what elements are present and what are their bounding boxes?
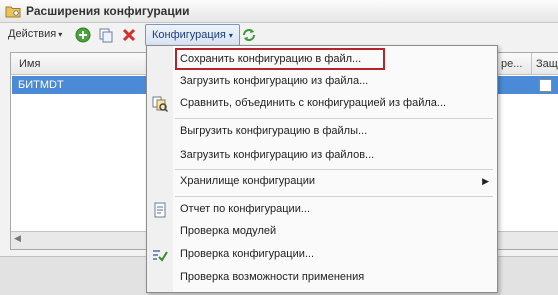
highlight-frame — [175, 48, 385, 70]
menu-item-check-applicability[interactable]: Проверка возможности применения — [147, 267, 497, 289]
menu-item-label: Загрузить конфигурацию из файла... — [180, 75, 369, 87]
menu-item-label: Хранилище конфигурации — [180, 175, 315, 187]
menu-item-compare-merge[interactable]: Сравнить, объединить с конфигурацией из … — [147, 93, 497, 115]
column-header-name[interactable]: Имя — [19, 58, 40, 70]
actions-menu-button[interactable]: Действия ▾ — [8, 28, 62, 40]
menu-item-label: Проверка конфигурации... — [180, 248, 315, 260]
column-header-partial[interactable]: ре... — [501, 58, 522, 70]
menu-separator — [175, 118, 493, 119]
report-icon — [154, 202, 166, 218]
check-config-icon — [153, 250, 168, 262]
menu-item-config-report[interactable]: Отчет по конфигурации... — [147, 199, 497, 221]
menu-separator — [175, 169, 493, 170]
refresh-icon[interactable] — [241, 27, 257, 43]
column-header-protect[interactable]: Защ — [536, 58, 558, 70]
delete-x-icon[interactable] — [121, 27, 137, 43]
chevron-down-icon: ▾ — [58, 30, 63, 39]
folder-config-icon — [5, 6, 21, 18]
row-name-cell: БИТМDT — [18, 79, 64, 91]
window-title: Расширения конфигурации — [26, 4, 190, 18]
title-bar: Расширения конфигурации — [0, 0, 558, 23]
column-divider — [531, 53, 532, 74]
copy-icon[interactable] — [98, 27, 114, 43]
menu-item-export-to-files[interactable]: Выгрузить конфигурацию в файлы... — [147, 121, 497, 143]
menu-item-load-from-files[interactable]: Загрузить конфигурацию из файлов... — [147, 145, 497, 167]
menu-item-check-config[interactable]: Проверка конфигурации... — [147, 244, 497, 266]
compare-merge-icon — [152, 96, 168, 112]
menu-item-label: Проверка модулей — [180, 225, 277, 237]
submenu-arrow-icon: ▶ — [482, 176, 489, 186]
configuration-dropdown-menu: Сохранить конфигурацию в файл... Загрузи… — [146, 45, 498, 293]
chevron-down-icon: ▾ — [228, 31, 233, 40]
menu-item-label: Проверка возможности применения — [180, 271, 365, 283]
menu-item-label: Выгрузить конфигурацию в файлы... — [180, 125, 368, 137]
add-circle-icon[interactable] — [75, 27, 91, 43]
toolbar: Действия ▾ Конфигурация ▾ — [0, 23, 558, 47]
menu-item-load-from-file[interactable]: Загрузить конфигурацию из файла... — [147, 71, 497, 93]
extensions-window: Расширения конфигурации Действия ▾ Конфиг… — [0, 0, 558, 295]
configuration-menu-button[interactable]: Конфигурация ▾ — [145, 24, 240, 46]
protect-checkbox[interactable] — [539, 79, 552, 92]
menu-item-label: Загрузить конфигурацию из файлов... — [180, 149, 375, 161]
scroll-left-icon[interactable]: ◀ — [14, 233, 21, 244]
menu-item-repository[interactable]: Хранилище конфигурации ▶ — [147, 171, 497, 193]
actions-label: Действия — [8, 28, 57, 40]
menu-separator — [175, 196, 493, 197]
configuration-label: Конфигурация — [152, 29, 226, 41]
menu-item-label: Отчет по конфигурации... — [180, 203, 311, 215]
menu-item-check-modules[interactable]: Проверка модулей — [147, 221, 497, 243]
menu-item-label: Сравнить, объединить с конфигурацией из … — [180, 97, 447, 109]
